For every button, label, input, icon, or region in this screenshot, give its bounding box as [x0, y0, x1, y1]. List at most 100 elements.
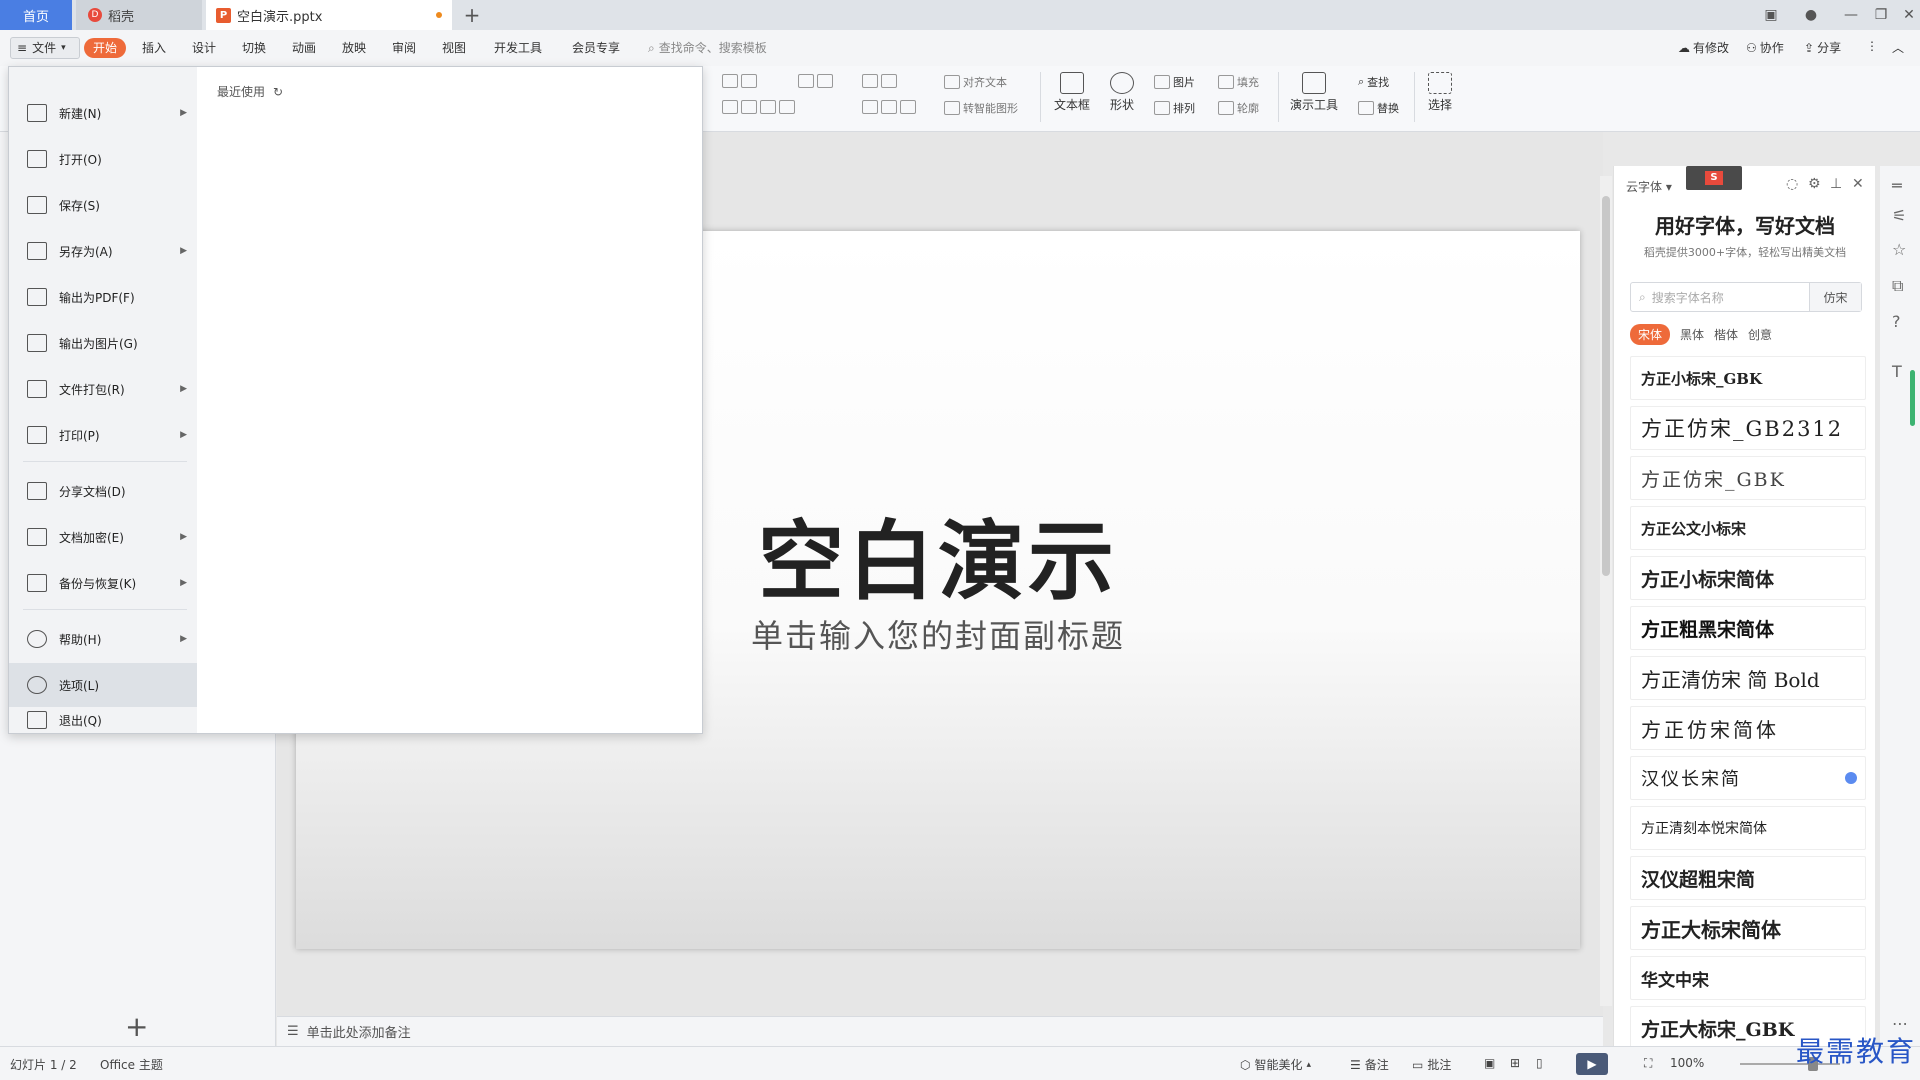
beautify-button[interactable]: ⬡ 智能美化 ▴: [1240, 1056, 1311, 1073]
menu-save[interactable]: 保存(S): [9, 183, 197, 227]
grid-view-icon[interactable]: ⊞: [1510, 1056, 1520, 1070]
replace-button[interactable]: 替换: [1358, 100, 1399, 116]
tab-developer[interactable]: 开发工具: [494, 39, 542, 57]
line-spacing-icon[interactable]: [862, 100, 916, 114]
outline-button[interactable]: 轮廓: [1218, 100, 1259, 116]
font-category-heiti[interactable]: 黑体: [1680, 326, 1704, 343]
fill-button[interactable]: 填充: [1218, 74, 1259, 90]
find-button[interactable]: ⌕ 查找: [1358, 74, 1389, 90]
chat-icon[interactable]: ◌: [1786, 176, 1798, 192]
tab-start[interactable]: 开始: [84, 38, 126, 58]
modified-button[interactable]: ☁ 有修改: [1678, 39, 1729, 56]
tab-document[interactable]: P 空白演示.pptx: [206, 0, 452, 30]
tab-transition[interactable]: 切换: [242, 39, 266, 57]
collapse-ribbon-icon[interactable]: ︿: [1892, 39, 1904, 56]
font-category-kaiti[interactable]: 楷体: [1714, 326, 1738, 343]
collapse-icon[interactable]: ═: [1892, 176, 1902, 195]
font-panel-header[interactable]: 云字体 ▾: [1626, 178, 1672, 195]
menu-save-as[interactable]: 另存为(A) ▶: [9, 229, 197, 273]
font-search-input[interactable]: ⌕ 搜索字体名称 仿宋: [1630, 282, 1862, 312]
play-icon[interactable]: ▶: [1576, 1053, 1608, 1075]
font-item[interactable]: 汉仪超粗宋简: [1630, 856, 1866, 900]
font-item[interactable]: 方正仿宋_GB2312: [1630, 406, 1866, 450]
zoom-level[interactable]: 100%: [1670, 1056, 1704, 1070]
tab-design[interactable]: 设计: [192, 39, 216, 57]
vertical-scrollbar[interactable]: [1600, 176, 1612, 1006]
menu-package[interactable]: 文件打包(R) ▶: [9, 367, 197, 411]
menu-help[interactable]: 帮助(H) ▶: [9, 617, 197, 661]
shape-button[interactable]: 形状: [1110, 72, 1134, 113]
menu-export-image[interactable]: 输出为图片(G): [9, 321, 197, 365]
comments-button[interactable]: ▭ 批注: [1412, 1056, 1451, 1073]
bullet-list-icon[interactable]: [722, 74, 757, 88]
smart-shape-button[interactable]: 转智能图形: [944, 100, 1018, 116]
paragraph-align-icon[interactable]: [722, 100, 795, 114]
tab-home[interactable]: 首页: [0, 0, 72, 30]
font-item[interactable]: 汉仪长宋简: [1630, 756, 1866, 800]
font-search-suggestion[interactable]: 仿宋: [1809, 283, 1861, 311]
menu-backup[interactable]: 备份与恢复(K) ▶: [9, 561, 197, 605]
font-item[interactable]: 方正清刻本悦宋简体: [1630, 806, 1866, 850]
textbox-button[interactable]: 文本框: [1054, 72, 1090, 113]
notes-bar[interactable]: ☰ 单击此处添加备注: [277, 1016, 1603, 1046]
help-icon[interactable]: ?: [1892, 312, 1901, 331]
layout-icon[interactable]: ▣: [1756, 0, 1786, 30]
add-slide-icon[interactable]: +: [125, 1010, 148, 1043]
font-category-songti[interactable]: 宋体: [1630, 324, 1671, 345]
font-item[interactable]: 方正仿宋_GBK: [1630, 456, 1866, 500]
font-item[interactable]: 方正小标宋_GBK: [1630, 356, 1866, 400]
restore-button[interactable]: ❐: [1866, 0, 1896, 30]
menu-print[interactable]: 打印(P) ▶: [9, 413, 197, 457]
arrange-button[interactable]: 排列: [1154, 100, 1195, 116]
font-category-creative[interactable]: 创意: [1748, 326, 1772, 343]
close-button[interactable]: ✕: [1894, 0, 1920, 30]
avatar[interactable]: ●: [1796, 0, 1826, 30]
minimize-button[interactable]: —: [1836, 0, 1866, 30]
star-icon[interactable]: ☆: [1892, 240, 1906, 259]
gear-icon[interactable]: ⚙: [1808, 176, 1821, 192]
tab-daoke[interactable]: D 稻壳: [76, 0, 202, 30]
menu-new[interactable]: 新建(N) ▶: [9, 91, 197, 135]
menu-export-pdf[interactable]: 输出为PDF(F): [9, 275, 197, 319]
menu-share[interactable]: 分享文档(D): [9, 469, 197, 513]
command-search[interactable]: ⌕ 查找命令、搜索模板: [648, 39, 767, 57]
refresh-icon[interactable]: ↻: [273, 85, 283, 99]
normal-view-icon[interactable]: ▣: [1484, 1056, 1495, 1070]
menu-exit[interactable]: 退出(Q): [9, 707, 197, 733]
font-item[interactable]: 方正大标宋简体: [1630, 906, 1866, 950]
pin-icon[interactable]: ⊥: [1830, 176, 1842, 192]
present-tools-button[interactable]: 演示工具: [1290, 72, 1338, 113]
tab-member[interactable]: 会员专享: [572, 39, 620, 57]
font-item[interactable]: 方正清仿宋 简 Bold: [1630, 656, 1866, 700]
menu-options[interactable]: 选项(L): [9, 663, 197, 707]
fit-window-icon[interactable]: ⛶: [1644, 1056, 1652, 1071]
font-item[interactable]: 方正小标宋简体: [1630, 556, 1866, 600]
share-button[interactable]: ⇪ 分享: [1804, 39, 1841, 56]
reading-view-icon[interactable]: ▯: [1536, 1056, 1543, 1070]
tab-view[interactable]: 视图: [442, 39, 466, 57]
settings-sliders-icon[interactable]: ⚟: [1892, 206, 1906, 225]
collab-button[interactable]: ⚇ 协作: [1746, 39, 1784, 56]
select-button[interactable]: 选择: [1428, 72, 1452, 113]
font-item[interactable]: 方正仿宋简体: [1630, 706, 1866, 750]
more-icon[interactable]: ⋮: [1866, 39, 1878, 53]
scrollbar-thumb[interactable]: [1602, 196, 1610, 576]
tab-slideshow[interactable]: 放映: [342, 39, 366, 57]
font-tool-icon[interactable]: T: [1892, 362, 1902, 381]
tab-review[interactable]: 审阅: [392, 39, 416, 57]
tab-insert[interactable]: 插入: [142, 39, 166, 57]
file-menu-button[interactable]: ≡ 文件 ▾: [10, 37, 80, 59]
font-item[interactable]: 华文中宋: [1630, 956, 1866, 1000]
picture-button[interactable]: 图片: [1154, 74, 1195, 90]
indent-icon[interactable]: [798, 74, 833, 88]
menu-encrypt[interactable]: 文档加密(E) ▶: [9, 515, 197, 559]
font-item[interactable]: 方正公文小标宋: [1630, 506, 1866, 550]
new-tab-button[interactable]: +: [458, 0, 486, 30]
tab-animation[interactable]: 动画: [292, 39, 316, 57]
copy-icon[interactable]: ⧉: [1892, 276, 1903, 296]
close-icon[interactable]: ✕: [1852, 176, 1864, 192]
theme-name[interactable]: Office 主题: [100, 1056, 163, 1073]
align-text-button[interactable]: 对齐文本: [944, 74, 1007, 90]
text-direction-icon[interactable]: [862, 74, 897, 88]
menu-open[interactable]: 打开(O): [9, 137, 197, 181]
